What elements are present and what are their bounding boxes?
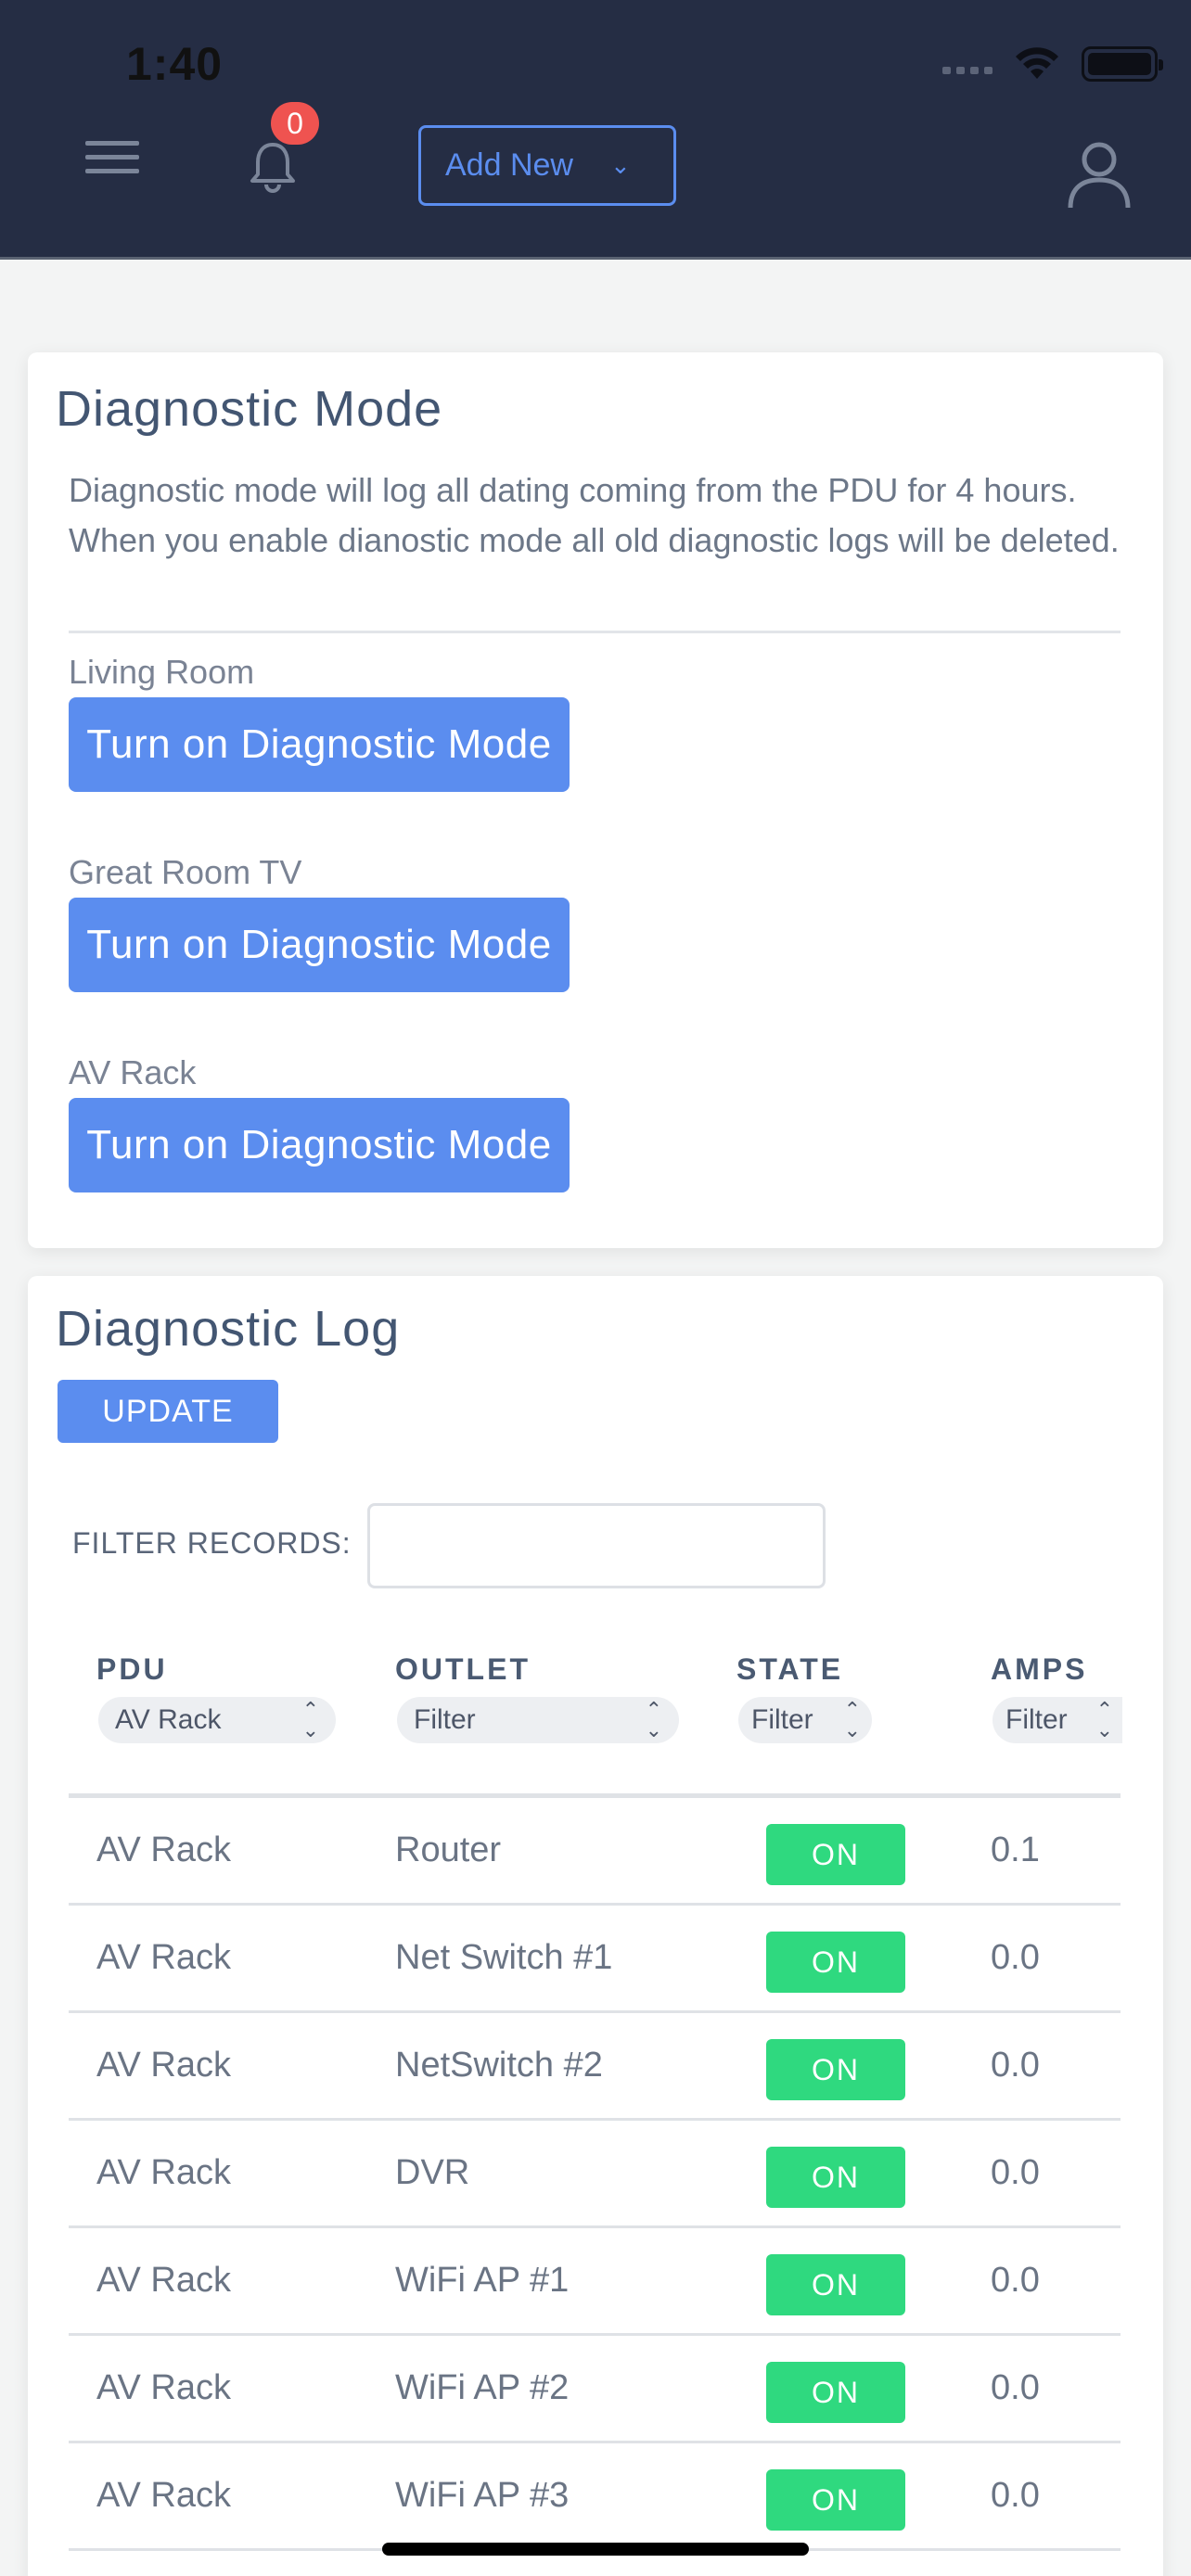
state-on-badge: ON bbox=[766, 2469, 905, 2531]
update-button[interactable]: UPDATE bbox=[58, 1380, 278, 1443]
cell-amps: 0.0 bbox=[991, 2476, 1040, 2515]
outlet-filter-select[interactable]: Filter ⌃ ⌄ bbox=[397, 1697, 679, 1743]
cell-pdu: AV Rack bbox=[96, 2153, 232, 2192]
state-on-badge: ON bbox=[766, 2039, 905, 2100]
divider bbox=[69, 631, 1121, 633]
cell-outlet: NetSwitch #2 bbox=[395, 2046, 603, 2085]
column-header-amps[interactable]: AMPS bbox=[991, 1652, 1087, 1687]
cell-amps: 0.0 bbox=[991, 2153, 1040, 2192]
diagnostic-mode-description: Diagnostic mode will log all dating comi… bbox=[69, 471, 1120, 559]
diagnostic-log-title: Diagnostic Log bbox=[56, 1301, 401, 1357]
state-on-badge: ON bbox=[766, 2362, 905, 2423]
pdu-filter-select[interactable]: AV Rack ⌃ ⌄ bbox=[98, 1697, 336, 1743]
table-row[interactable]: AV Rack DVR ON 0.0 bbox=[69, 2121, 1121, 2228]
cell-outlet: WiFi AP #2 bbox=[395, 2368, 570, 2407]
table-row[interactable]: AV Rack Router ON 0.1 bbox=[69, 1798, 1121, 1906]
top-navbar: 1:40 0 Add New ⌄ bbox=[0, 0, 1191, 260]
filter-records-input[interactable] bbox=[367, 1503, 826, 1588]
diagnostic-mode-title: Diagnostic Mode bbox=[56, 381, 443, 437]
sort-updown-icon: ⌃ ⌄ bbox=[1095, 1698, 1113, 1741]
status-icons bbox=[942, 46, 1163, 82]
home-indicator[interactable] bbox=[382, 2543, 809, 2556]
cell-outlet: DVR bbox=[395, 2153, 470, 2192]
pdu-label-living-room: Living Room bbox=[69, 653, 255, 691]
user-profile-icon[interactable] bbox=[1065, 139, 1133, 210]
cell-outlet: Net Switch #1 bbox=[395, 1938, 613, 1977]
cell-pdu: AV Rack bbox=[96, 1938, 232, 1977]
status-time: 1:40 bbox=[126, 38, 224, 90]
pdu-label-av-rack: AV Rack bbox=[69, 1053, 197, 1091]
notification-bell-icon[interactable] bbox=[243, 137, 302, 197]
table-row[interactable]: AV Rack Net Switch #1 ON 0.0 bbox=[69, 1906, 1121, 2013]
cell-outlet: WiFi AP #1 bbox=[395, 2261, 570, 2300]
state-on-badge: ON bbox=[766, 1932, 905, 1993]
cell-pdu: AV Rack bbox=[96, 2476, 232, 2515]
state-on-badge: ON bbox=[766, 2147, 905, 2208]
chevron-down-icon: ⌄ bbox=[609, 151, 631, 179]
notification-count-badge: 0 bbox=[271, 102, 319, 145]
pdu-filter-value: AV Rack bbox=[115, 1704, 222, 1735]
table-row[interactable]: AV Rack WiFi AP #1 ON 0.0 bbox=[69, 2228, 1121, 2336]
column-header-state[interactable]: STATE bbox=[736, 1652, 843, 1687]
hamburger-menu-icon[interactable] bbox=[85, 141, 139, 184]
filter-records-label: FILTER RECORDS: bbox=[72, 1526, 352, 1560]
amps-filter-value: Filter bbox=[1005, 1704, 1068, 1735]
cell-outlet: Router bbox=[395, 1830, 502, 1869]
state-on-badge: ON bbox=[766, 2254, 905, 2315]
column-header-outlet[interactable]: OUTLET bbox=[395, 1652, 531, 1687]
turn-on-diagnostic-great-room-tv-button[interactable]: Turn on Diagnostic Mode bbox=[69, 898, 570, 992]
turn-on-diagnostic-av-rack-button[interactable]: Turn on Diagnostic Mode bbox=[69, 1098, 570, 1192]
state-filter-value: Filter bbox=[751, 1704, 813, 1735]
amps-filter-select[interactable]: Filter ⌃ ⌄ bbox=[992, 1697, 1122, 1743]
sort-updown-icon: ⌃ ⌄ bbox=[843, 1698, 861, 1741]
cell-amps: 0.1 bbox=[991, 1830, 1040, 1869]
outlet-filter-value: Filter bbox=[414, 1704, 476, 1735]
table-row[interactable]: AV Rack WiFi AP #2 ON 0.0 bbox=[69, 2336, 1121, 2443]
cell-amps: 0.0 bbox=[991, 1938, 1040, 1977]
state-on-badge: ON bbox=[766, 1824, 905, 1885]
sort-updown-icon: ⌃ ⌄ bbox=[301, 1698, 319, 1741]
pdu-label-great-room-tv: Great Room TV bbox=[69, 853, 302, 891]
cell-pdu: AV Rack bbox=[96, 2261, 232, 2300]
cell-amps: 0.0 bbox=[991, 2046, 1040, 2085]
table-row[interactable]: AV Rack NetSwitch #2 ON 0.0 bbox=[69, 2013, 1121, 2121]
cell-amps: 0.0 bbox=[991, 2368, 1040, 2407]
battery-icon bbox=[1082, 46, 1163, 82]
cell-pdu: AV Rack bbox=[96, 2368, 232, 2407]
state-filter-select[interactable]: Filter ⌃ ⌄ bbox=[738, 1697, 872, 1743]
cell-amps: 0.0 bbox=[991, 2261, 1040, 2300]
column-header-pdu[interactable]: PDU bbox=[96, 1652, 168, 1687]
cellular-signal-icon bbox=[942, 54, 992, 74]
table-row[interactable]: AV Rack WiFi AP #3 ON 0.0 bbox=[69, 2443, 1121, 2551]
diagnostic-mode-card: Diagnostic Mode Diagnostic mode will log… bbox=[28, 352, 1163, 1248]
sort-updown-icon: ⌃ ⌄ bbox=[645, 1698, 662, 1741]
turn-on-diagnostic-living-room-button[interactable]: Turn on Diagnostic Mode bbox=[69, 697, 570, 792]
cell-pdu: AV Rack bbox=[96, 1830, 232, 1869]
cell-pdu: AV Rack bbox=[96, 2046, 232, 2085]
add-new-label: Add New bbox=[445, 147, 573, 183]
cell-outlet: WiFi AP #3 bbox=[395, 2476, 570, 2515]
add-new-dropdown[interactable]: Add New ⌄ bbox=[418, 125, 676, 206]
diagnostic-log-card: Diagnostic Log UPDATE FILTER RECORDS: PD… bbox=[28, 1276, 1163, 2576]
wifi-icon bbox=[1016, 47, 1058, 79]
